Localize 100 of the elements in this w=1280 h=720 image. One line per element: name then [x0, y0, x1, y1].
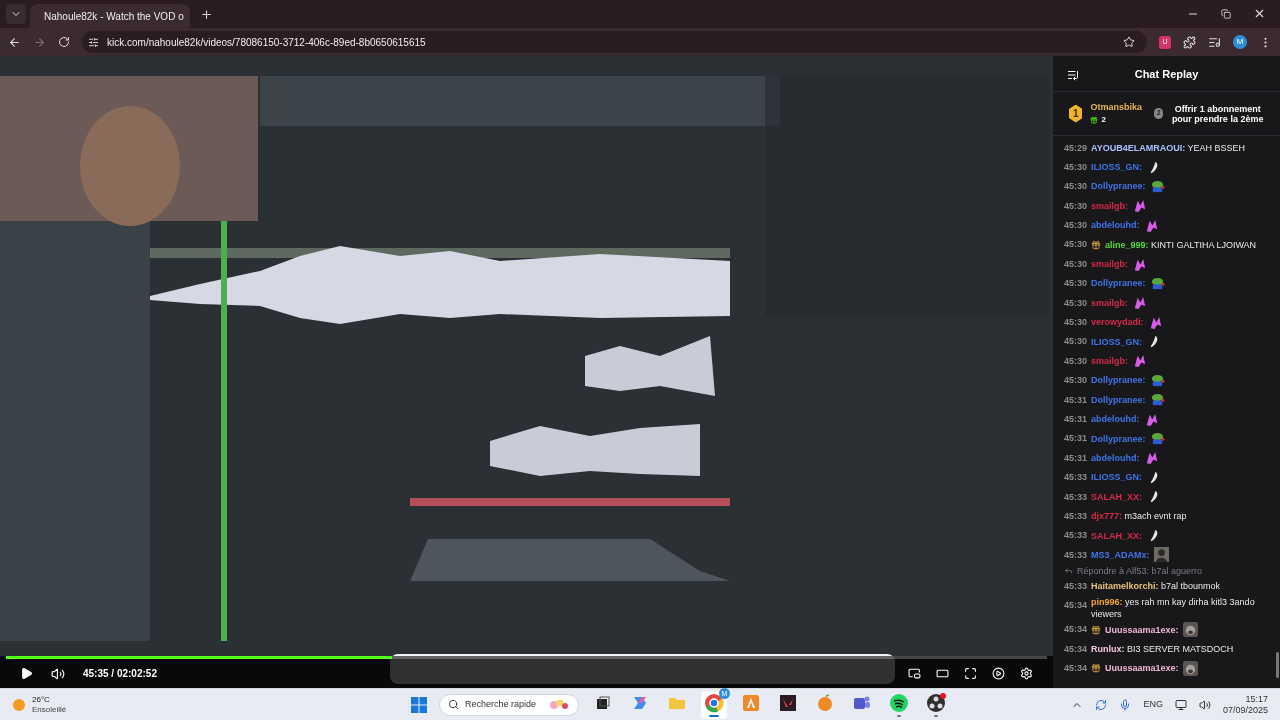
- chat-message: smailgb:: [1091, 258, 1129, 271]
- message-time: 45:30: [1064, 180, 1088, 193]
- autoplay-icon[interactable]: [992, 667, 1005, 680]
- chat-message: AYOUB4ELAMRAOUI: YEAH BSSEH: [1091, 141, 1246, 154]
- progress-track[interactable]: [6, 656, 1047, 659]
- chat-message: Uuussaama1exe:: [1105, 623, 1179, 636]
- scrollbar[interactable]: [1276, 652, 1279, 678]
- restore-icon[interactable]: [1221, 8, 1231, 19]
- language-indicator[interactable]: ENG: [1143, 697, 1163, 712]
- message-time: 45:31: [1064, 432, 1088, 445]
- message-time: 45:30: [1064, 219, 1088, 232]
- chat-message: Uuussaama1exe:: [1105, 662, 1179, 675]
- gift-icon: [1090, 116, 1099, 125]
- chat-message: verowydadi:: [1091, 316, 1144, 329]
- media-icon[interactable]: [1208, 35, 1221, 49]
- chat-message: SALAH_XX:: [1091, 529, 1143, 542]
- message-time: 45:34: [1064, 642, 1088, 655]
- address-field[interactable]: kick.com/nahoule82k/videos/78086150-3712-406c-89ed-8b0650615615: [82, 31, 1147, 53]
- chat-message: Dollypranee:: [1091, 277, 1146, 290]
- gift-offer-text[interactable]: Offrir 1 abonnement pour prendre la 2ème: [1171, 103, 1264, 124]
- tab-title: Nahoule82k - Watch the VOD o: [44, 9, 184, 24]
- message-time: 45:30: [1064, 160, 1088, 173]
- chat-message: smailgb:: [1091, 355, 1129, 367]
- message-time: 45:30: [1064, 374, 1088, 387]
- start-icon[interactable]: [410, 695, 428, 714]
- chat-message: Dollypranee:: [1091, 432, 1146, 445]
- picture-in-picture-icon[interactable]: [908, 667, 921, 680]
- play-icon[interactable]: [20, 667, 33, 680]
- message-time: 45:31: [1064, 393, 1088, 406]
- gift-count: 2: [1101, 114, 1106, 127]
- message-time: 45:30: [1064, 354, 1088, 367]
- search-field[interactable]: Recherche rapide: [439, 693, 579, 716]
- reply-icon: [1064, 566, 1073, 576]
- fullscreen-icon[interactable]: [964, 667, 977, 680]
- message-time: 45:33: [1064, 580, 1088, 593]
- gifter-name[interactable]: Otmansbika: [1090, 100, 1142, 115]
- reload-icon[interactable]: [58, 36, 70, 48]
- chat-message: ILIOSS_GN:: [1091, 161, 1143, 174]
- message-time: 45:33: [1064, 490, 1088, 503]
- message-time: 45:31: [1064, 451, 1088, 464]
- fruit-icon: [815, 692, 835, 713]
- clock[interactable]: 15:17 07/09/2025: [1222, 693, 1268, 716]
- close-icon[interactable]: [1253, 7, 1266, 20]
- site-info-icon[interactable]: [88, 36, 99, 48]
- chat-message: Dollypranee:: [1091, 374, 1146, 387]
- chat-message: ILIOSS_GN:: [1091, 335, 1143, 348]
- chat-message: MS3_ADAMx:: [1091, 548, 1150, 561]
- chat-message: abdelouhd:: [1091, 451, 1140, 464]
- new-tab-icon[interactable]: [200, 8, 213, 21]
- bookmark-icon[interactable]: [1123, 36, 1135, 48]
- message-time: 45:33: [1064, 529, 1088, 542]
- chat-message: ILIOSS_GN:: [1091, 471, 1143, 484]
- message-time: 45:34: [1064, 623, 1088, 636]
- message-time: 45:34: [1064, 662, 1088, 675]
- search-placeholder: Recherche rapide: [465, 697, 537, 711]
- message-time: 45:30: [1064, 238, 1088, 251]
- browser-tab[interactable]: Nahoule82k - Watch the VOD o: [30, 4, 190, 28]
- chat-message: smailgb:: [1091, 296, 1129, 309]
- chat-message: djx777: m3ach evnt rap: [1091, 510, 1187, 523]
- chat-message: abdelouhd:: [1091, 219, 1140, 232]
- sun-icon: [12, 697, 26, 712]
- volume-icon[interactable]: [51, 666, 65, 681]
- message-time: 45:30: [1064, 277, 1088, 290]
- chat-message: aline_999: KINTI GALTIHA LJOIWAN: [1105, 238, 1257, 251]
- chat-message: Runlux: BI3 SERVER MATSDOCH: [1091, 643, 1234, 656]
- extensions-icon[interactable]: [1183, 35, 1196, 49]
- message-time: 45:30: [1064, 316, 1088, 328]
- message-time: 45:33: [1064, 471, 1088, 484]
- chat-message: Dollypranee:: [1091, 180, 1146, 193]
- playback-time: 45:35 / 02:02:52: [83, 667, 157, 681]
- message-time: 45:29: [1064, 141, 1088, 154]
- chat-message: abdelouhd:: [1091, 413, 1140, 426]
- tab-list-button[interactable]: [6, 4, 26, 24]
- flower-icon: [548, 697, 570, 712]
- message-time: 45:34: [1064, 599, 1088, 612]
- message-time: 45:30: [1064, 296, 1088, 309]
- message-time: 45:31: [1064, 412, 1088, 425]
- window-icon: [596, 695, 610, 710]
- rank-badge: 1: [1069, 104, 1083, 123]
- chat-message: SALAH_XX:: [1091, 490, 1143, 503]
- microphone-icon[interactable]: [1119, 698, 1132, 711]
- volume-icon[interactable]: [1198, 698, 1211, 711]
- message-time: 45:33: [1064, 548, 1088, 561]
- back-icon[interactable]: [8, 35, 21, 49]
- weather-description: Ensoleillé: [32, 704, 67, 715]
- theater-mode-icon[interactable]: [936, 667, 949, 680]
- spotify-icon: [889, 692, 909, 713]
- chat-message: smailgb:: [1091, 199, 1129, 212]
- message-time: 45:30: [1064, 335, 1088, 348]
- sync-icon[interactable]: [1095, 698, 1108, 711]
- search-icon: [448, 699, 459, 710]
- valorant-icon: [778, 692, 798, 713]
- weather-temperature: 26°C: [32, 694, 51, 705]
- settings-icon[interactable]: [1020, 667, 1033, 680]
- message-time: 45:33: [1064, 509, 1088, 522]
- app-icon: [741, 692, 761, 713]
- chat-message: Haitamelkorchi: b7al tbounmok: [1091, 580, 1221, 593]
- collapse-chat-icon[interactable]: [1067, 68, 1079, 81]
- reply-context[interactable]: Répondre à Alf53: b7al aguerro: [1077, 564, 1203, 577]
- message-time: 45:30: [1064, 199, 1088, 212]
